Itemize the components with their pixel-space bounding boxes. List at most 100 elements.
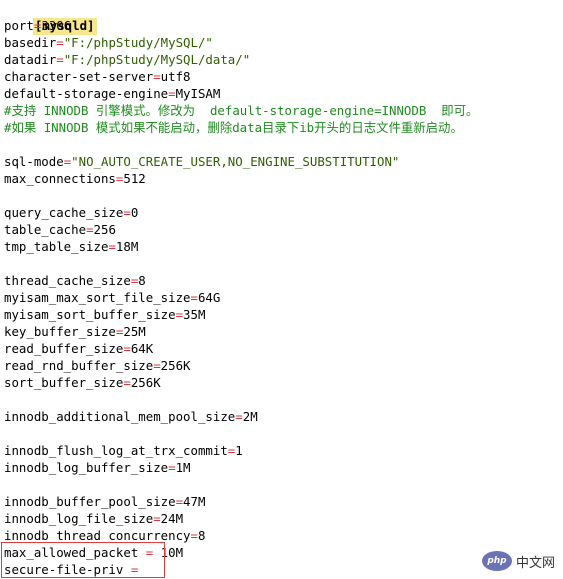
- equals-operator: =: [153, 358, 161, 373]
- config-key: innodb_thread_concurrency: [4, 528, 191, 543]
- config-key: read_rnd_buffer_size: [4, 358, 154, 373]
- config-key: innodb_buffer_pool_size: [4, 494, 176, 509]
- config-line: myisam_max_sort_file_size=64G: [4, 289, 563, 306]
- config-value: 1: [235, 443, 243, 458]
- config-value: 47M: [183, 494, 206, 509]
- equals-operator: =: [175, 307, 184, 322]
- config-value: "F:/phpStudy/MySQL/data/": [63, 52, 251, 67]
- equals-operator: =: [190, 290, 198, 305]
- config-value: 64G: [197, 290, 221, 305]
- config-line: thread_cache_size=8: [4, 272, 563, 289]
- config-line: default-storage-engine=MyISAM: [4, 85, 563, 102]
- comment-text: #如果 INNODB 模式如果不能启动，删除data目录下ib开头的日志文件重新…: [4, 120, 463, 135]
- config-line: innodb_log_buffer_size=1M: [4, 459, 563, 476]
- config-line: character-set-server=utf8: [4, 68, 563, 85]
- config-line: datadir="F:/phpStudy/MySQL/data/": [4, 51, 563, 68]
- config-key: sort_buffer_size: [4, 375, 124, 390]
- equals-operator: =: [235, 409, 243, 424]
- config-key: innodb_log_buffer_size: [4, 460, 169, 475]
- equals-operator: =: [108, 239, 116, 254]
- config-value: 35M: [183, 307, 206, 322]
- config-key: sql-mode: [4, 154, 64, 169]
- config-key: myisam_sort_buffer_size: [4, 307, 176, 322]
- config-key: default-storage-engine: [4, 86, 169, 101]
- section-line: [mysqld]: [4, 0, 563, 35]
- config-value: 64K: [130, 341, 154, 356]
- config-line: tmp_table_size=18M: [4, 238, 563, 255]
- config-value: 24M: [160, 511, 184, 526]
- equals-operator: =: [153, 69, 161, 84]
- config-line: max_connections=512: [4, 170, 563, 187]
- config-line: innodb_flush_log_at_trx_commit=1: [4, 442, 563, 459]
- config-key: tmp_table_size: [4, 239, 109, 254]
- equals-operator: =: [175, 494, 184, 509]
- config-key: myisam_max_sort_file_size: [4, 290, 191, 305]
- config-value: 1M: [175, 460, 191, 475]
- config-key: character-set-server: [4, 69, 154, 84]
- equals-operator: =: [86, 222, 94, 237]
- config-value: 0: [130, 205, 139, 220]
- config-value: 2M: [242, 409, 258, 424]
- config-value: "F:/phpStudy/MySQL/": [63, 35, 213, 50]
- equals-operator: =: [168, 460, 176, 475]
- config-value: 256: [93, 222, 116, 237]
- config-line: key_buffer_size=25M: [4, 323, 563, 340]
- config-key: innodb_additional_mem_pool_size: [4, 409, 236, 424]
- config-key: innodb_flush_log_at_trx_commit: [4, 443, 228, 458]
- equals-operator: =: [153, 511, 161, 526]
- config-key: table_cache: [4, 222, 87, 237]
- config-line: read_rnd_buffer_size=256K: [4, 357, 563, 374]
- config-value: 8: [197, 528, 206, 543]
- config-value: 256K: [160, 358, 191, 373]
- equals-operator: =: [123, 205, 131, 220]
- config-value: "NO_AUTO_CREATE_USER,NO_ENGINE_SUBSTITUT…: [71, 154, 400, 169]
- config-value: 3306: [41, 18, 72, 33]
- config-line: basedir="F:/phpStudy/MySQL/": [4, 34, 563, 51]
- config-value: 18M: [115, 239, 139, 254]
- config-value: MyISAM: [175, 86, 221, 101]
- config-value: 256K: [130, 375, 161, 390]
- config-lines: port=3306 basedir="F:/phpStudy/MySQL/" dat…: [4, 17, 563, 578]
- config-value: 25M: [123, 324, 146, 339]
- watermark-text: 中文网: [515, 555, 555, 571]
- config-key: thread_cache_size: [4, 273, 131, 288]
- config-key: key_buffer_size: [4, 324, 116, 339]
- config-line: read_buffer_size=64K: [4, 340, 563, 357]
- comment-line: #支持 INNODB 引擎模式。修改为 default-storage-engi…: [4, 102, 563, 119]
- config-value: 8: [138, 273, 146, 288]
- config-key: query_cache_size: [4, 205, 124, 220]
- config-line: innodb_buffer_pool_size=47M: [4, 493, 563, 510]
- equals-operator: =: [123, 375, 131, 390]
- equals-operator: =: [56, 52, 64, 67]
- config-key: datadir: [4, 52, 57, 67]
- config-line: sort_buffer_size=256K: [4, 374, 563, 391]
- config-key: port: [4, 18, 34, 33]
- config-line: innodb_additional_mem_pool_size=2M: [4, 408, 563, 425]
- watermark: php 中文网: [481, 551, 555, 571]
- equals-operator: =: [168, 86, 176, 101]
- equals-operator: =: [56, 35, 64, 50]
- comment-text: #支持 INNODB 引擎模式。修改为 default-storage-engi…: [4, 103, 479, 118]
- config-key: max_connections: [4, 171, 116, 186]
- config-line: query_cache_size=0: [4, 204, 563, 221]
- config-line: myisam_sort_buffer_size=35M: [4, 306, 563, 323]
- php-logo-icon: php: [481, 551, 512, 571]
- equals-operator: =: [123, 341, 131, 356]
- equals-operator: =: [190, 528, 198, 543]
- config-line: table_cache=256: [4, 221, 563, 238]
- config-key: basedir: [4, 35, 57, 50]
- highlight-box: [1, 542, 165, 578]
- config-line: sql-mode="NO_AUTO_CREATE_USER,NO_ENGINE_…: [4, 153, 563, 170]
- config-value: utf8: [160, 69, 191, 84]
- config-line: innodb_log_file_size=24M: [4, 510, 563, 527]
- comment-line: #如果 INNODB 模式如果不能启动，删除data目录下ib开头的日志文件重新…: [4, 119, 563, 136]
- config-editor[interactable]: [mysqld] port=3306 basedir="F:/phpStudy/M…: [4, 0, 563, 578]
- config-key: innodb_log_file_size: [4, 511, 154, 526]
- config-key: read_buffer_size: [4, 341, 124, 356]
